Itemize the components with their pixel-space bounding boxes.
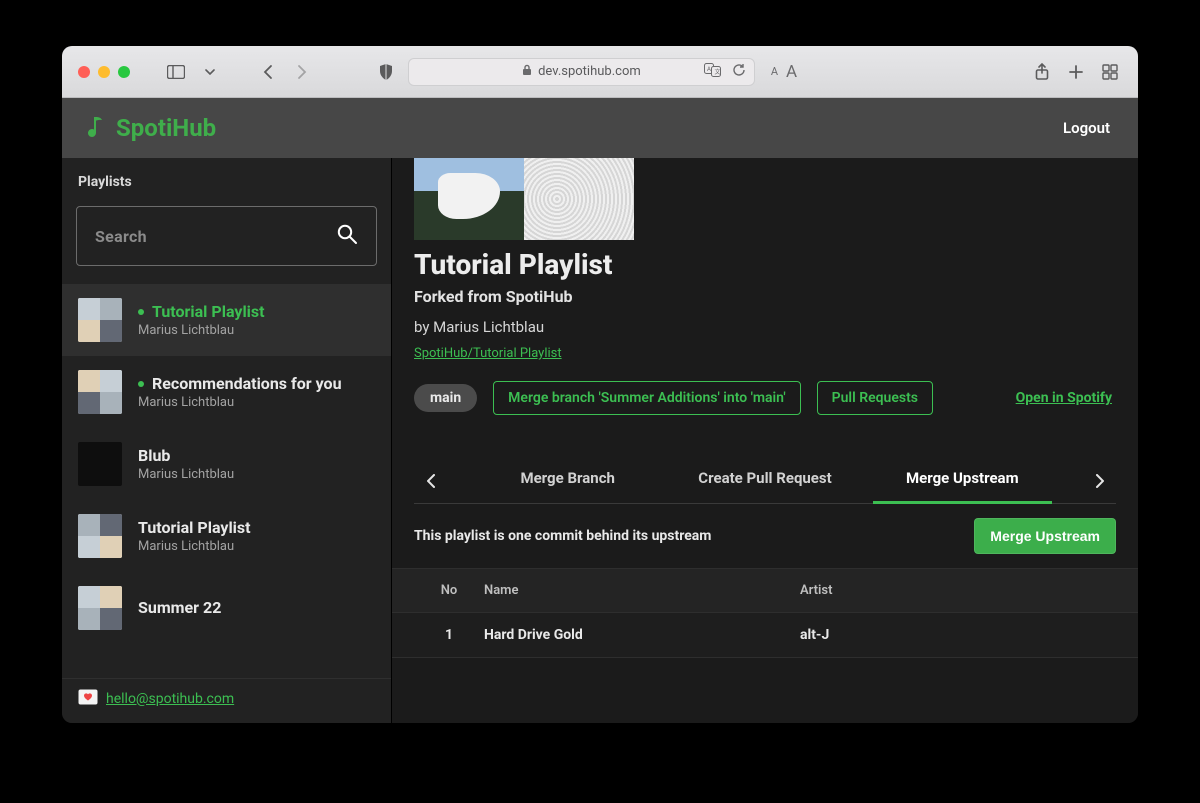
upstream-link[interactable]: SpotiHub/Tutorial Playlist — [414, 346, 562, 361]
branch-pill[interactable]: main — [414, 384, 477, 412]
playlist-item-owner: Marius Lichtblau — [138, 467, 234, 482]
behind-upstream-text: This playlist is one commit behind its u… — [414, 528, 711, 544]
search-input[interactable]: Search — [76, 206, 377, 266]
sidebar-playlist-item[interactable]: Recommendations for you Marius Lichtblau — [62, 356, 391, 428]
sidebar-playlist-item[interactable]: Tutorial Playlist Marius Lichtblau — [62, 284, 391, 356]
tracks-table: No Name Artist 1Hard Drive Goldalt-J — [392, 568, 1138, 658]
chevron-down-icon[interactable] — [198, 60, 222, 84]
forked-from-label: Forked from SpotiHub — [414, 287, 1138, 306]
hero-cover-art — [414, 158, 634, 240]
playlist-item-title: Recommendations for you — [152, 374, 342, 393]
app-header: SpotiHub Logout — [62, 98, 1138, 158]
forward-button[interactable] — [290, 60, 314, 84]
col-no: No — [414, 583, 484, 598]
playlist-cover — [78, 514, 122, 558]
tabs-prev-button[interactable] — [414, 461, 448, 501]
tab-overview-icon[interactable] — [1098, 60, 1122, 84]
playlist-cover — [78, 370, 122, 414]
playlist-byline: by Marius Lichtblau — [414, 318, 1138, 336]
sidebar: Playlists Search Tutorial Playlist Marius… — [62, 158, 392, 723]
sidebar-title: Playlists — [62, 158, 391, 200]
shield-icon[interactable] — [374, 60, 398, 84]
cell-artist: alt-J — [800, 627, 1116, 643]
playlist-cover — [78, 442, 122, 486]
brand-name: SpotiHub — [116, 114, 216, 142]
contact-email-link[interactable]: hello@spotihub.com — [106, 691, 234, 707]
behind-upstream-banner: This playlist is one commit behind its u… — [414, 518, 1116, 554]
playlist-item-owner: Marius Lichtblau — [138, 539, 251, 554]
share-icon[interactable] — [1030, 60, 1054, 84]
heart-mail-icon — [78, 689, 98, 709]
browser-toolbar: dev.spotihub.com A文 A A — [62, 46, 1138, 98]
sidebar-playlist-item[interactable]: Summer 22 — [62, 572, 391, 644]
reader-font-size[interactable]: A A — [765, 62, 803, 82]
tab-merge-branch[interactable]: Merge Branch — [478, 459, 657, 503]
cell-name: Hard Drive Gold — [484, 627, 800, 643]
search-placeholder: Search — [95, 227, 147, 246]
reload-icon[interactable] — [732, 63, 746, 81]
address-bar[interactable]: dev.spotihub.com A文 — [408, 58, 755, 86]
tab-merge-upstream[interactable]: Merge Upstream — [873, 459, 1052, 504]
fullscreen-window-button[interactable] — [118, 66, 130, 78]
window-controls — [78, 66, 130, 78]
pull-requests-box[interactable]: Pull Requests — [817, 381, 933, 415]
new-tab-icon[interactable] — [1064, 60, 1088, 84]
search-icon — [336, 223, 358, 249]
playlist-cover — [78, 298, 122, 342]
playlist-list: Tutorial PlaylistMarius LichtblauRecomme… — [62, 284, 391, 678]
browser-window: dev.spotihub.com A文 A A — [62, 46, 1138, 723]
back-button[interactable] — [256, 60, 280, 84]
playlist-item-title: Tutorial Playlist — [152, 302, 265, 321]
playlist-title: Tutorial Playlist — [414, 248, 1138, 281]
playlist-item-title: Tutorial Playlist — [138, 518, 251, 537]
sidebar-playlist-item[interactable]: Blub Marius Lichtblau — [62, 428, 391, 500]
playlist-item-title: Summer 22 — [138, 598, 221, 617]
lock-icon — [522, 64, 532, 80]
playlist-item-title: Blub — [138, 446, 170, 465]
open-in-spotify-link[interactable]: Open in Spotify — [1016, 390, 1112, 406]
logout-link[interactable]: Logout — [1063, 119, 1110, 137]
sidebar-footer: hello@spotihub.com — [62, 678, 391, 723]
minimize-window-button[interactable] — [98, 66, 110, 78]
translate-icon[interactable]: A文 — [704, 63, 722, 81]
font-small-icon: A — [771, 65, 778, 78]
tab-create-pull-request[interactable]: Create Pull Request — [657, 459, 872, 503]
close-window-button[interactable] — [78, 66, 90, 78]
table-row[interactable]: 1Hard Drive Goldalt-J — [392, 613, 1138, 658]
playlist-hero: Tutorial Playlist Forked from SpotiHub b… — [392, 158, 1138, 429]
playlist-cover — [78, 586, 122, 630]
action-row: main Merge branch 'Summer Additions' int… — [414, 381, 1138, 415]
modified-indicator-icon — [138, 381, 144, 387]
tabs-next-button[interactable] — [1082, 461, 1116, 501]
modified-indicator-icon — [138, 309, 144, 315]
playlist-item-owner: Marius Lichtblau — [138, 323, 265, 338]
svg-text:文: 文 — [714, 68, 720, 76]
address-host: dev.spotihub.com — [538, 64, 641, 79]
svg-text:A: A — [707, 66, 711, 73]
cell-no: 1 — [414, 627, 484, 643]
playlist-item-owner: Marius Lichtblau — [138, 395, 342, 410]
merge-branch-box[interactable]: Merge branch 'Summer Additions' into 'ma… — [493, 381, 800, 415]
brand[interactable]: SpotiHub — [84, 114, 216, 142]
sidebar-toggle-icon[interactable] — [164, 60, 188, 84]
logo-icon — [84, 114, 106, 142]
main-panel: Tutorial Playlist Forked from SpotiHub b… — [392, 158, 1138, 723]
col-artist: Artist — [800, 583, 1116, 598]
table-header-row: No Name Artist — [392, 569, 1138, 613]
sidebar-playlist-item[interactable]: Tutorial Playlist Marius Lichtblau — [62, 500, 391, 572]
tabs: Merge BranchCreate Pull RequestMerge Ups… — [414, 459, 1116, 504]
font-large-icon: A — [786, 62, 797, 82]
col-name: Name — [484, 583, 800, 598]
merge-upstream-button[interactable]: Merge Upstream — [974, 518, 1116, 554]
